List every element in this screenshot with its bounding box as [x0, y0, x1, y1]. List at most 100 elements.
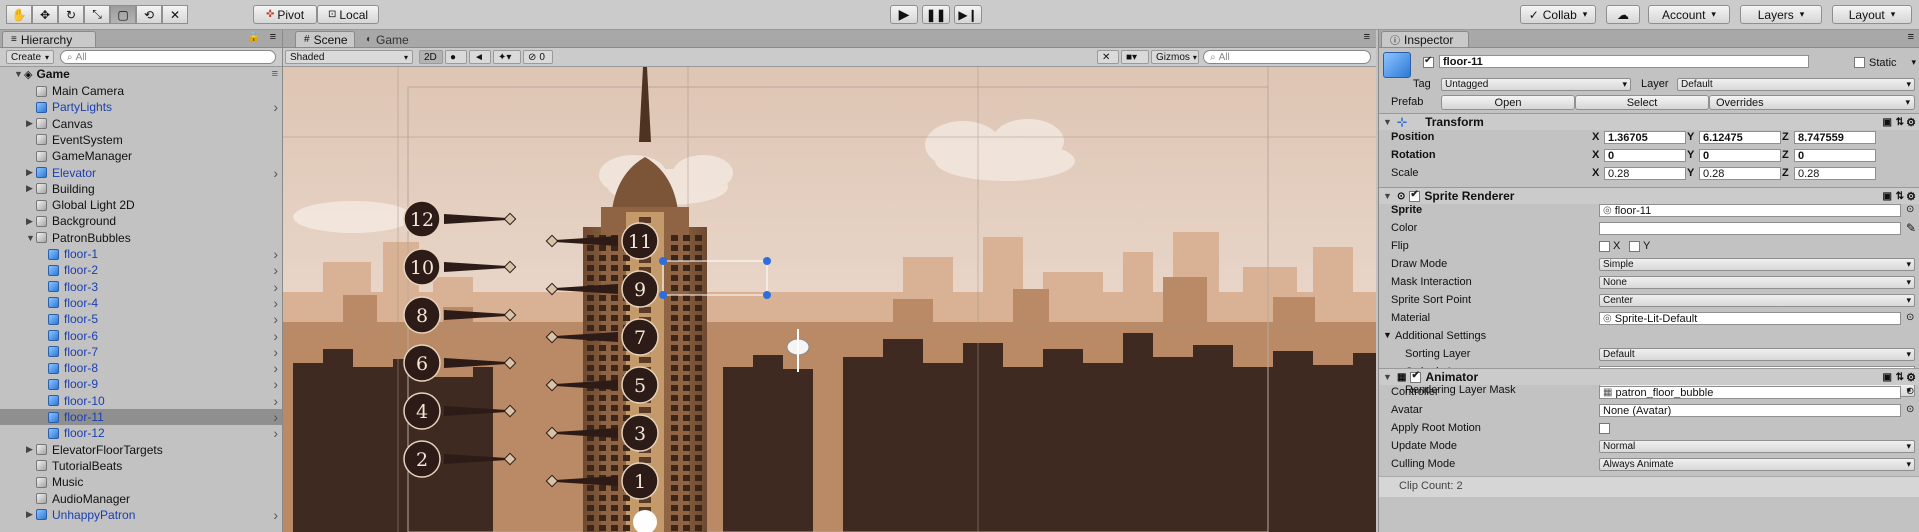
lighting-toggle[interactable]: ● [445, 50, 467, 64]
scene-viewport[interactable]: 12 11 10 9 8 7 6 5 4 3 2 1 [283, 67, 1376, 532]
tag-dropdown[interactable]: Untagged [1441, 78, 1631, 91]
expand-arrow-icon[interactable]: ▶ [26, 167, 36, 178]
tab-game[interactable]: ◐ Game [357, 31, 417, 47]
apply-root-motion-checkbox[interactable] [1599, 423, 1610, 434]
open-prefab-chevron-icon[interactable]: › [273, 393, 278, 409]
hierarchy-item-elevator[interactable]: ▶ Elevator › [0, 165, 282, 181]
hierarchy-item-eventsystem[interactable]: EventSystem [0, 132, 282, 148]
tab-scene[interactable]: # Scene [295, 31, 355, 47]
account-dropdown[interactable]: Account ▾ [1648, 5, 1730, 24]
expand-arrow-icon[interactable]: ▼ [14, 69, 24, 79]
step-button[interactable]: ▶❙ [954, 5, 982, 24]
expand-arrow-icon[interactable]: ▶ [26, 509, 36, 520]
hierarchy-item-patronbubbles[interactable]: ▼ PatronBubbles [0, 230, 282, 246]
audio-toggle[interactable]: ◄ [469, 50, 491, 64]
hierarchy-item-gamemanager[interactable]: GameManager [0, 148, 282, 164]
hierarchy-item-floor-6[interactable]: floor-6 › [0, 328, 282, 344]
rotation-y-field[interactable]: 0 [1699, 149, 1781, 162]
open-prefab-chevron-icon[interactable]: › [273, 409, 278, 425]
tab-inspector[interactable]: ⓘ Inspector [1381, 31, 1469, 47]
sorting-layer-dropdown[interactable]: Default [1599, 348, 1915, 361]
effects-dropdown[interactable]: ✦▾ [493, 50, 521, 64]
hierarchy-item-floor-4[interactable]: floor-4 › [0, 295, 282, 311]
scale-z-field[interactable]: 0.28 [1794, 167, 1876, 180]
object-name-field[interactable]: floor-11 [1439, 55, 1809, 68]
avatar-field[interactable]: None (Avatar) [1599, 404, 1901, 417]
rotation-x-field[interactable]: 0 [1604, 149, 1686, 162]
hierarchy-item-background[interactable]: ▶ Background [0, 213, 282, 229]
animator-header[interactable]: ▼ ▦ Animator ▣ ⇅ ⚙ [1379, 368, 1919, 385]
prefab-overrides-dropdown[interactable]: Overrides ▾ [1709, 95, 1915, 110]
hierarchy-item-floor-12[interactable]: floor-12 › [0, 425, 282, 441]
layout-dropdown[interactable]: Layout ▾ [1832, 5, 1912, 24]
position-x-field[interactable]: 1.36705 [1604, 131, 1686, 144]
transform-fold-icon[interactable]: ▼ [1383, 117, 1393, 127]
animator-enabled-checkbox[interactable] [1410, 370, 1422, 383]
open-prefab-chevron-icon[interactable]: › [273, 360, 278, 376]
expand-arrow-icon[interactable]: ▼ [26, 233, 36, 243]
panel-menu-icon[interactable]: ≡ [270, 31, 276, 43]
mode-2d-toggle[interactable]: 2D [419, 50, 443, 64]
scale-y-field[interactable]: 0.28 [1699, 167, 1781, 180]
hidden-objects-toggle[interactable]: ⊘ 0 [523, 50, 553, 64]
sr-gear-icon[interactable]: ⚙ [1906, 190, 1916, 203]
scene-canvas[interactable]: 12 11 10 9 8 7 6 5 4 3 2 1 [283, 67, 1376, 532]
controller-field[interactable]: ▦ patron_floor_bubble [1599, 386, 1901, 399]
move-tool-button[interactable]: ✥ [32, 5, 58, 24]
hierarchy-item-building[interactable]: ▶ Building [0, 181, 282, 197]
scene-panel-menu-icon[interactable]: ≡ [1364, 31, 1370, 43]
prefab-open-button[interactable]: Open [1441, 95, 1575, 110]
position-z-field[interactable]: 8.747559 [1794, 131, 1876, 144]
pause-button[interactable]: ❚❚ [922, 5, 950, 24]
open-prefab-chevron-icon[interactable]: › [273, 279, 278, 295]
expand-arrow-icon[interactable]: ▶ [26, 216, 36, 227]
sr-presets-icon[interactable]: ⇅ [1896, 191, 1904, 202]
transform-header[interactable]: ▼ ⊹ Transform ▣ ⇅ ⚙ [1379, 113, 1919, 130]
hierarchy-item-floor-7[interactable]: floor-7 › [0, 344, 282, 360]
additional-settings-fold-icon[interactable]: ▼ [1383, 330, 1392, 340]
flip-y-checkbox[interactable] [1629, 241, 1640, 252]
open-prefab-chevron-icon[interactable]: › [273, 262, 278, 278]
sprite-field[interactable]: ◎ floor-11 [1599, 204, 1901, 217]
scene-tools-toggle[interactable]: ✕ [1097, 50, 1119, 64]
open-prefab-chevron-icon[interactable]: › [273, 344, 278, 360]
component-gear-icon[interactable]: ⚙ [1906, 116, 1916, 129]
sprite-renderer-fold-icon[interactable]: ▼ [1383, 191, 1393, 201]
hierarchy-item-floor-9[interactable]: floor-9 › [0, 376, 282, 392]
hierarchy-item-floor-5[interactable]: floor-5 › [0, 311, 282, 327]
open-prefab-chevron-icon[interactable]: › [273, 246, 278, 262]
sort-point-dropdown[interactable]: Center [1599, 294, 1915, 307]
shading-dropdown[interactable]: Shaded ▾ [285, 50, 413, 64]
anim-presets-icon[interactable]: ⇅ [1896, 372, 1904, 383]
open-prefab-chevron-icon[interactable]: › [273, 425, 278, 441]
draw-mode-dropdown[interactable]: Simple [1599, 258, 1915, 271]
expand-arrow-icon[interactable]: ▶ [26, 118, 36, 129]
hierarchy-item-elevatorfloortargets[interactable]: ▶ ElevatorFloorTargets [0, 442, 282, 458]
cloud-button[interactable]: ☁ [1606, 5, 1640, 24]
eyedropper-icon[interactable]: ✎ [1906, 221, 1916, 235]
hierarchy-item-floor-10[interactable]: floor-10 › [0, 393, 282, 409]
pivot-toggle[interactable]: ✜ Pivot [253, 5, 317, 24]
material-field[interactable]: ◎ Sprite-Lit-Default [1599, 312, 1901, 325]
hierarchy-item-tutorialbeats[interactable]: TutorialBeats [0, 458, 282, 474]
play-button[interactable]: ▶ [890, 5, 918, 24]
hierarchy-item-unhappypatron[interactable]: ▶ UnhappyPatron › [0, 507, 282, 523]
sprite-renderer-enabled-checkbox[interactable] [1409, 189, 1421, 202]
expand-arrow-icon[interactable]: ▶ [26, 444, 36, 455]
hierarchy-item-partylights[interactable]: PartyLights › [0, 99, 282, 115]
hierarchy-item-floor-2[interactable]: floor-2 › [0, 262, 282, 278]
animator-fold-icon[interactable]: ▼ [1383, 372, 1393, 382]
open-prefab-chevron-icon[interactable]: › [273, 295, 278, 311]
open-prefab-chevron-icon[interactable]: › [273, 507, 278, 523]
open-prefab-chevron-icon[interactable]: › [273, 328, 278, 344]
flip-x-checkbox[interactable] [1599, 241, 1610, 252]
collab-dropdown[interactable]: ✓ Collab ▾ [1520, 5, 1596, 24]
scale-tool-button[interactable]: ⤡ [84, 5, 110, 24]
local-toggle[interactable]: ⊡ Local [317, 5, 379, 24]
open-prefab-chevron-icon[interactable]: › [273, 311, 278, 327]
hierarchy-item-audiomanager[interactable]: AudioManager [0, 491, 282, 507]
custom-tool-button[interactable]: ✕ [162, 5, 188, 24]
hierarchy-item-floor-3[interactable]: floor-3 › [0, 279, 282, 295]
lock-icon[interactable]: 🔒 [248, 32, 260, 43]
scale-x-field[interactable]: 0.28 [1604, 167, 1686, 180]
